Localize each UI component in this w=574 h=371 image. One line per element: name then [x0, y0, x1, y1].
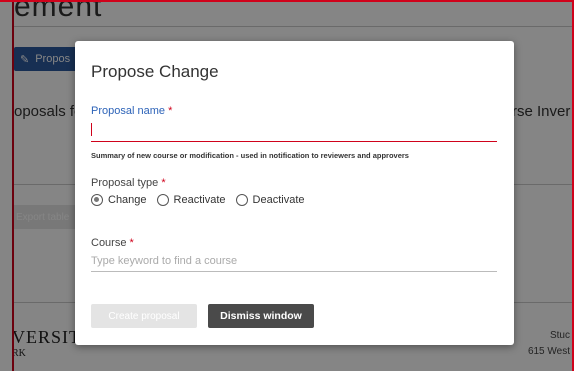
course-label: Course * [91, 237, 134, 249]
course-label-text: Course [91, 237, 127, 249]
course-search-input[interactable] [91, 251, 497, 272]
required-mark: * [161, 177, 166, 189]
dialog-title: Propose Change [91, 62, 219, 81]
text-caret [91, 123, 92, 136]
proposal-name-label-text: Proposal name [91, 105, 165, 117]
propose-change-dialog: Propose Change Proposal name * Summary o… [75, 41, 514, 345]
radio-unchecked-icon[interactable] [156, 194, 169, 206]
radio-unchecked-icon[interactable] [235, 194, 248, 206]
proposal-type-label: Proposal type * [91, 177, 166, 189]
radio-change-label: Change [108, 194, 147, 206]
proposal-name-input[interactable] [91, 121, 497, 142]
create-proposal-button[interactable]: Create proposal [91, 304, 197, 328]
radio-reactivate-label: Reactivate [173, 194, 226, 206]
radio-reactivate[interactable]: Reactivate [156, 194, 226, 206]
required-mark: * [168, 105, 173, 117]
radio-deactivate[interactable]: Deactivate [235, 194, 305, 206]
dismiss-window-button[interactable]: Dismiss window [208, 304, 314, 328]
required-mark: * [129, 237, 134, 249]
proposal-name-label: Proposal name * [91, 105, 172, 117]
radio-checked-icon[interactable] [91, 194, 103, 206]
radio-deactivate-label: Deactivate [252, 194, 305, 206]
proposal-type-label-text: Proposal type [91, 177, 159, 189]
proposal-name-help: Summary of new course or modification - … [91, 151, 409, 160]
proposal-type-radio-group: Change Reactivate Deactivate [91, 194, 315, 206]
radio-change[interactable]: Change [91, 194, 147, 206]
